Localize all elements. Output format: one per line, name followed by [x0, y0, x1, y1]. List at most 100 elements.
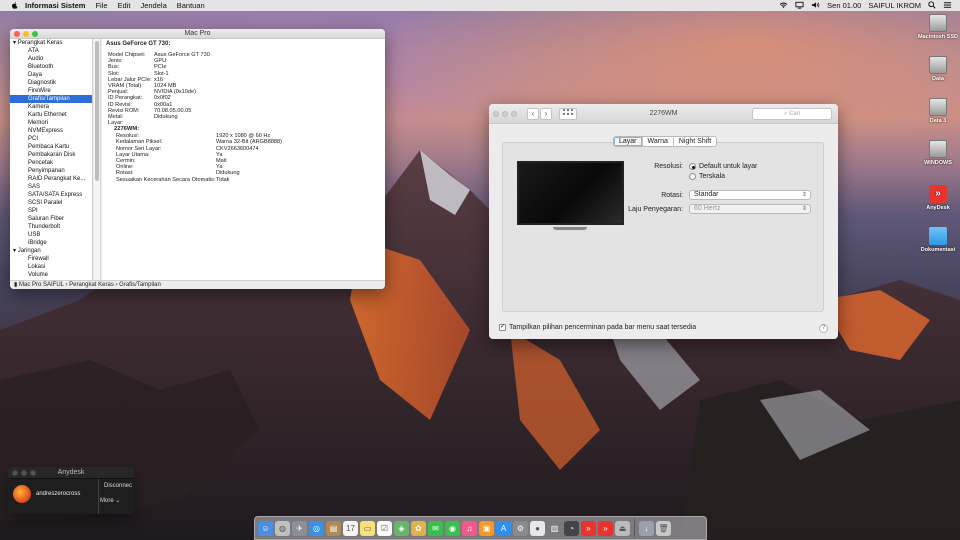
sidebar-item[interactable]: NVMExpress [10, 127, 92, 135]
path-item-hardware[interactable]: Perangkat Keras [69, 282, 114, 288]
notes-icon[interactable]: ▭ [360, 520, 375, 536]
sidebar-item[interactable]: Memori [10, 119, 92, 127]
scrollbar-thumb[interactable] [95, 41, 99, 181]
sidebar-item[interactable]: Audio [10, 55, 92, 63]
display-menu-icon[interactable] [795, 1, 804, 11]
sidebar-item[interactable]: Pencetak [10, 159, 92, 167]
sidebar-item[interactable]: Bluetooth [10, 63, 92, 71]
trash-icon[interactable]: 🗑 [656, 520, 671, 536]
disconnect-button[interactable]: Disconnec [104, 483, 132, 489]
menu-app-name[interactable]: Informasi Sistem [25, 1, 85, 10]
appstore-icon[interactable]: A [496, 520, 511, 536]
downloads-icon[interactable]: ↓ [639, 520, 654, 536]
more-button[interactable]: More ⌄ [100, 497, 120, 504]
activity-icon[interactable]: ◔ [564, 520, 579, 536]
ibooks-icon[interactable]: ▣ [479, 520, 494, 536]
itunes-icon[interactable]: ♫ [462, 520, 477, 536]
desktop-icon-label: Dokumentasi [920, 247, 956, 253]
desktop-icon-dokumentasi[interactable]: Dokumentasi [916, 227, 960, 253]
sidebar-item[interactable]: Kartu Ethernet [10, 111, 92, 119]
sidebar-item[interactable]: RAID Perangkat Ke... [10, 175, 92, 183]
sidebar-item[interactable]: Saluran Fiber [10, 215, 92, 223]
maps-icon[interactable]: ◈ [394, 520, 409, 536]
menu-window[interactable]: Jendela [140, 1, 166, 10]
property-row: Sesuaikan Kecerahan Secara Otomatis: Tida… [106, 177, 381, 183]
sidebar-item[interactable]: Pembaca Kartu [10, 143, 92, 151]
sidebar-item[interactable]: Volume [10, 271, 92, 279]
list-icon[interactable] [943, 1, 952, 11]
sidebar-item[interactable]: Kamera [10, 103, 92, 111]
desktop-icon-windows[interactable]: WINDOWS [916, 140, 960, 166]
anydesk2-icon[interactable]: » [598, 520, 613, 536]
user-menu[interactable]: SAIFUL IKROM [868, 1, 921, 10]
menu-help[interactable]: Bantuan [177, 1, 205, 10]
sidebar-item[interactable]: iBridge [10, 239, 92, 247]
menu-edit[interactable]: Edit [118, 1, 131, 10]
window-titlebar[interactable]: ‹ › 2276WM ⌕ Cari [489, 104, 838, 124]
apple-menu-icon[interactable] [10, 1, 19, 10]
finder-icon[interactable]: ☺ [258, 520, 273, 536]
sidebar-item[interactable]: SATA/SATA Express [10, 191, 92, 199]
sysinfo-icon[interactable]: ▥ [547, 520, 562, 536]
sidebar-item[interactable]: Penyimpanan [10, 167, 92, 175]
desktop-icon-data[interactable]: Data [916, 56, 960, 82]
preferences-icon[interactable]: ⚙ [513, 520, 528, 536]
sidebar-item[interactable]: Diagnostik [10, 79, 92, 87]
search-icon[interactable] [928, 0, 936, 11]
contacts-icon[interactable]: ▤ [326, 520, 341, 536]
volume-icon[interactable] [811, 1, 820, 11]
tab-display[interactable]: Layar [614, 137, 643, 146]
sidebar-item[interactable]: SPI [10, 207, 92, 215]
launchpad-icon[interactable]: ◍ [275, 520, 290, 536]
sidebar-item[interactable]: Firewall [10, 255, 92, 263]
window-titlebar[interactable]: Mac Pro [10, 29, 385, 39]
mirroring-checkbox[interactable]: ✓ Tampilkan pilihan pencerminan pada bar… [499, 324, 696, 331]
chrome-icon[interactable]: ● [530, 520, 545, 536]
safari-icon[interactable]: ◎ [309, 520, 324, 536]
sidebar-item[interactable]: SCSI Paralel [10, 199, 92, 207]
path-item-computer[interactable]: Mac Pro SAIFUL [19, 282, 64, 288]
sidebar-item-label: RAID Perangkat Ke... [28, 176, 86, 182]
calendar-icon[interactable]: 17 [343, 520, 358, 536]
tab-night-shift[interactable]: Night Shift [674, 137, 716, 146]
sidebar-item[interactable]: SAS [10, 183, 92, 191]
sidebar-group[interactable]: ▾ Jaringan [10, 247, 92, 255]
desktop-icon-anydesk[interactable]: » AnyDesk [916, 185, 960, 211]
tab-color[interactable]: Warna [643, 137, 674, 146]
monitor-stand [553, 227, 587, 230]
search-field[interactable]: ⌕ Cari [752, 108, 832, 120]
path-item-graphics[interactable]: Grafis/Tampilan [119, 282, 161, 288]
rotation-popup[interactable]: Standar ⇕ [689, 190, 811, 200]
ejector-icon[interactable]: ⏏ [615, 520, 630, 536]
window-titlebar[interactable]: Anydesk [8, 467, 134, 479]
wifi-icon[interactable] [779, 1, 788, 11]
settings-panel: Resolusi: Default untuk layar Terskala R… [502, 142, 824, 312]
sidebar-scrollbar[interactable] [94, 39, 101, 280]
clock[interactable]: Sen 01.00 [827, 1, 861, 10]
resolution-default-radio[interactable]: Default untuk layar [689, 163, 757, 170]
sidebar-item[interactable]: FireWire [10, 87, 92, 95]
facetime-icon[interactable]: ◉ [445, 520, 460, 536]
menu-file[interactable]: File [95, 1, 107, 10]
sidebar-item[interactable]: Pembakaran Disk [10, 151, 92, 159]
sidebar-item[interactable]: USB [10, 231, 92, 239]
sidebar-item-label: Lokasi [28, 264, 46, 270]
resolution-scaled-radio[interactable]: Terskala [689, 173, 725, 180]
desktop-icon-macintosh-ssd[interactable]: Macintosh SSD [916, 14, 960, 40]
sidebar-item-label: Audio [28, 56, 44, 62]
help-button[interactable]: ? [819, 324, 828, 333]
gpu-header: Asus GeForce GT 730: [106, 41, 171, 47]
desktop-icon-data-3[interactable]: Data 3 [916, 98, 960, 124]
sidebar-item[interactable]: Grafis/Tampilan [10, 95, 92, 103]
sidebar-item[interactable]: ATA [10, 47, 92, 55]
photos-icon[interactable]: ✿ [411, 520, 426, 536]
messages-icon[interactable]: ✉ [428, 520, 443, 536]
sidebar-item[interactable]: PCI [10, 135, 92, 143]
sidebar-group[interactable]: ▾ Perangkat Keras [10, 39, 92, 47]
sidebar-item[interactable]: Lokasi [10, 263, 92, 271]
anydesk-icon[interactable]: » [581, 520, 596, 536]
sidebar-item[interactable]: Daya [10, 71, 92, 79]
reminders-icon[interactable]: ☑ [377, 520, 392, 536]
sidebar-item[interactable]: Thunderbolt [10, 223, 92, 231]
rocket-icon[interactable]: ✈ [292, 520, 307, 536]
